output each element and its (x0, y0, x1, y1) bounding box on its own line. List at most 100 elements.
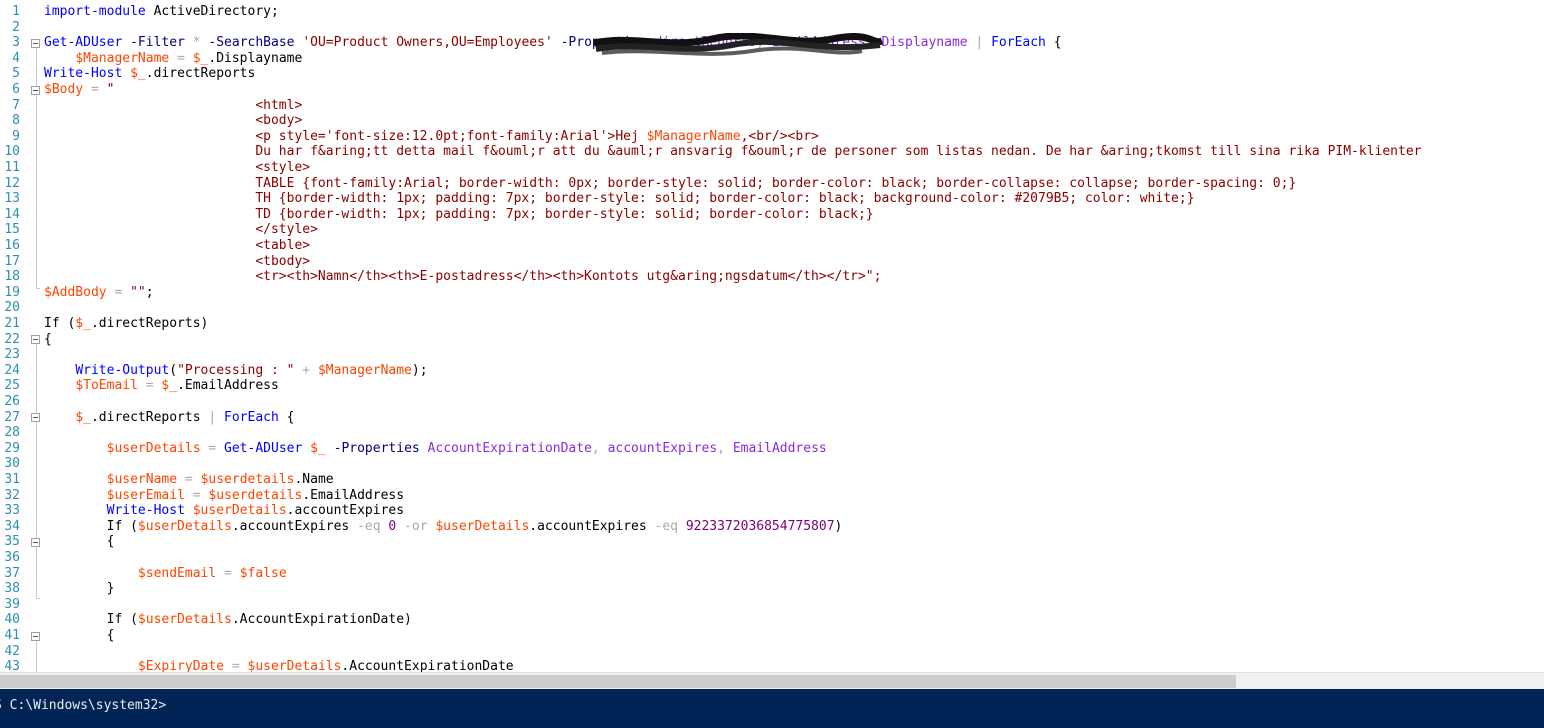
code-line[interactable]: { (44, 332, 52, 348)
outline-guide (36, 598, 40, 599)
code-line[interactable]: $userName = $userdetails.Name (44, 472, 334, 488)
code-line[interactable]: $userDetails = Get-ADUser $_ -Properties… (44, 441, 827, 457)
code-token: TABLE {font-family:Arial; border-width: … (44, 175, 1297, 191)
code-line[interactable]: <style> (44, 160, 310, 176)
code-token: $userDetails (137, 518, 232, 534)
code-token: $userDetails (137, 612, 232, 628)
code-token: $_ (130, 66, 146, 82)
line-number: 18 (4, 269, 20, 285)
code-line[interactable]: If ($userDetails.AccountExpirationDate) (44, 612, 412, 628)
code-token: <html> (44, 97, 303, 113)
line-number: 24 (4, 362, 20, 378)
code-token: .AccountExpirationDate) (231, 612, 412, 628)
line-number: 23 (4, 347, 20, 363)
fold-toggle-icon[interactable] (31, 335, 40, 344)
code-token: If ( (44, 612, 138, 628)
line-number: 36 (4, 550, 20, 565)
line-number: 43 (4, 659, 20, 672)
code-line[interactable]: Write-Host $userDetails.accountExpires (44, 503, 404, 519)
code-line[interactable]: $_.directReports | ForEach { (44, 410, 294, 426)
code-line[interactable]: $ToEmail = $_.EmailAddress (44, 378, 279, 394)
code-token: .directReports) (90, 316, 209, 331)
code-line[interactable]: } (44, 581, 115, 597)
line-number: 41 (4, 628, 20, 643)
fold-toggle-icon[interactable] (31, 413, 40, 422)
code-line[interactable]: <p style='font-size:12.0pt;font-family:A… (44, 129, 819, 145)
code-token: { (44, 628, 115, 643)
code-line[interactable]: TD {border-width: 1px; padding: 7px; bor… (44, 206, 874, 223)
code-token: TD {border-width: 1px; padding: 7px; bor… (44, 206, 874, 222)
code-token: AccountExpirationDate (427, 440, 592, 456)
line-number: 39 (4, 596, 20, 612)
code-token: { (44, 534, 115, 550)
code-line[interactable]: $AddBody = ""; (44, 285, 154, 301)
script-editor-pane[interactable]: 1 2 3 4 5 6 7 8 9 10 11 12 13 14 15 16 17 18 19 20 21 22 23 24 2… (0, 0, 1544, 672)
fold-toggle-icon[interactable] (31, 632, 40, 641)
code-token: -eq (654, 518, 678, 534)
code-line[interactable]: TABLE {font-family:Arial; border-width: … (44, 176, 1296, 192)
code-token: = (216, 565, 240, 581)
code-token: = (224, 659, 248, 672)
line-number: 16 (4, 238, 20, 253)
console-pane[interactable]: S C:\Windows\system32> (0, 689, 1544, 728)
code-line[interactable]: If ($userDetails.accountExpires -eq 0 -o… (44, 518, 843, 535)
code-line[interactable]: <html> (44, 98, 302, 114)
code-token: If ( (44, 518, 138, 534)
line-number: 2 (12, 19, 20, 35)
line-number: 17 (4, 253, 20, 269)
line-number: 25 (4, 378, 20, 394)
code-token: Get-ADUser (44, 35, 123, 51)
code-line[interactable]: $ManagerName = $_.Displayname (44, 51, 302, 67)
code-token: = (137, 378, 162, 394)
code-token: Du har f&aring;tt detta mail f&ouml;r at… (44, 144, 1422, 160)
code-line[interactable]: $userEmail = $userdetails.EmailAddress (44, 488, 404, 504)
horizontal-scrollbar[interactable] (0, 672, 1544, 690)
code-token: $ManagerName (75, 50, 170, 66)
code-line[interactable]: <body> (44, 113, 302, 129)
code-line[interactable]: If ($_.directReports) (44, 316, 208, 332)
scrollbar-thumb[interactable] (0, 675, 1236, 688)
code-line[interactable]: Write-Output("Processing : " + $ManagerN… (44, 363, 427, 379)
code-line[interactable]: <table> (44, 238, 310, 254)
fold-toggle-icon[interactable] (31, 538, 40, 547)
code-token: | (967, 35, 992, 51)
code-line[interactable]: { (44, 534, 115, 550)
line-number: 27 (4, 409, 20, 425)
fold-toggle-icon[interactable] (31, 39, 40, 48)
code-line[interactable]: import-module ActiveDirectory; (44, 4, 279, 20)
line-number: 31 (4, 472, 20, 487)
code-line[interactable]: Write-Host $_.directReports (44, 66, 255, 82)
line-number: 26 (4, 394, 20, 409)
code-line[interactable]: TH {border-width: 1px; padding: 7px; bor… (44, 191, 1194, 207)
code-line[interactable]: Get-ADUser -Filter * -SearchBase 'OU=Pro… (44, 35, 1062, 51)
redaction-scribble (593, 33, 884, 56)
code-token: ForEach (991, 35, 1046, 51)
code-line[interactable]: $ExpiryDate = $userDetails.AccountExpira… (44, 659, 514, 672)
code-token: ; (145, 284, 154, 300)
line-number: 37 (4, 565, 20, 581)
line-number: 33 (4, 503, 20, 519)
outline-guide (36, 288, 40, 289)
code-token: $ManagerName (646, 128, 741, 144)
console-prompt[interactable]: S C:\Windows\system32> (0, 698, 166, 714)
code-line[interactable]: $Body = " (44, 82, 114, 98)
code-line[interactable]: <tr><th>Namn</th><th>E-postadress</th><t… (44, 269, 881, 285)
line-number: 34 (4, 518, 20, 534)
code-line[interactable]: { (44, 628, 115, 644)
code-line[interactable]: </style> (44, 222, 318, 238)
code-token: .Name (294, 472, 334, 487)
code-token: accountExpires (607, 440, 718, 456)
code-line[interactable]: Du har f&aring;tt detta mail f&ouml;r at… (44, 144, 1422, 160)
fold-toggle-icon[interactable] (31, 86, 40, 95)
code-line[interactable]: <tbody> (44, 254, 310, 270)
code-token: = (177, 472, 201, 487)
line-number: 8 (12, 113, 20, 129)
code-token: { (1045, 35, 1062, 51)
code-line[interactable]: $sendEmail = $false (44, 566, 287, 582)
code-token: $_ (192, 50, 209, 66)
outline-guide (36, 547, 37, 598)
code-token: = (106, 284, 131, 300)
line-number: 9 (12, 128, 20, 144)
